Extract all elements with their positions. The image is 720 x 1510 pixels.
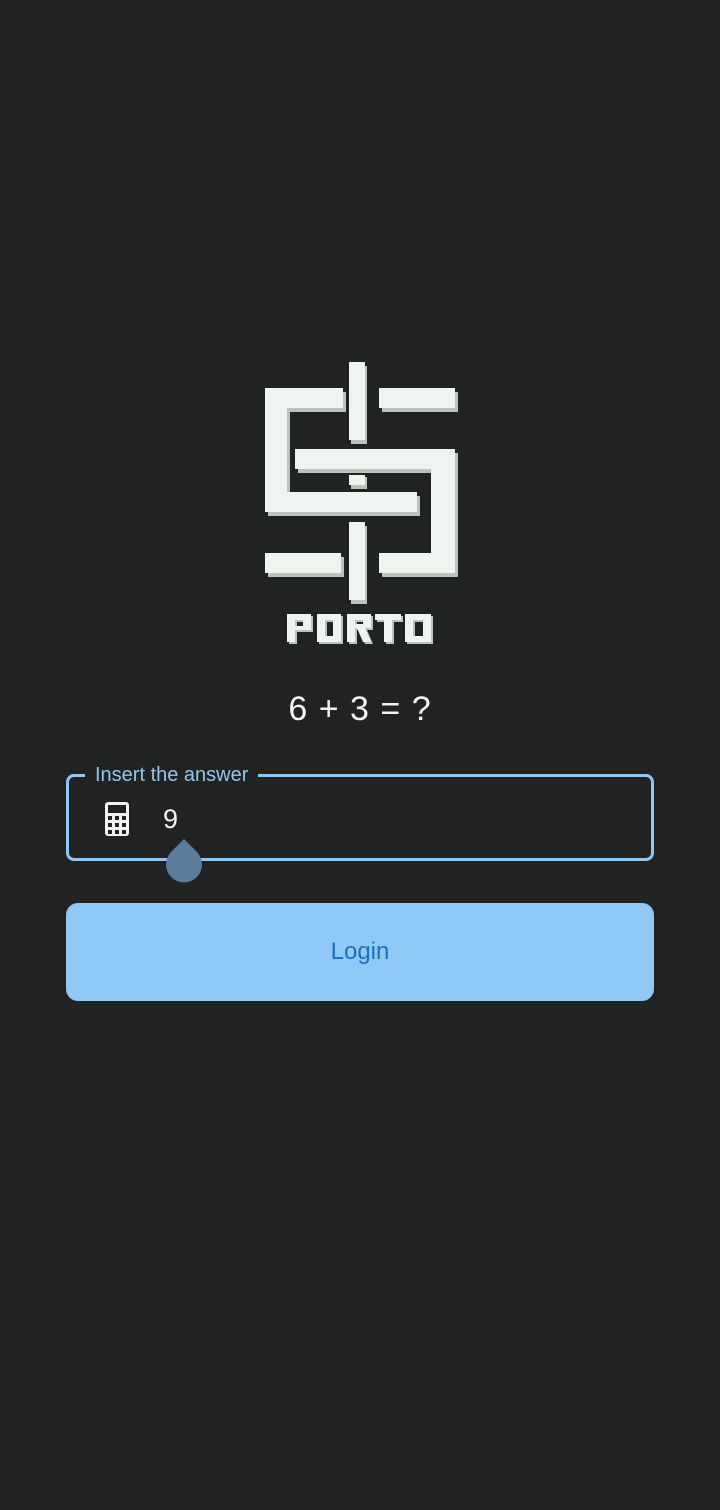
answer-field-label: Insert the answer (85, 761, 259, 789)
answer-input[interactable] (163, 797, 623, 841)
answer-field[interactable]: Insert the answer (66, 761, 654, 883)
porto-logo (265, 362, 458, 604)
login-screen: 6 + 3 = ? Insert the answer Login (0, 0, 720, 1510)
text-cursor-handle-icon[interactable] (166, 839, 202, 883)
calculator-icon (105, 802, 129, 836)
captcha-question: 6 + 3 = ? (288, 690, 432, 728)
login-button[interactable]: Login (66, 903, 654, 1001)
porto-wordmark-logo (287, 614, 433, 644)
